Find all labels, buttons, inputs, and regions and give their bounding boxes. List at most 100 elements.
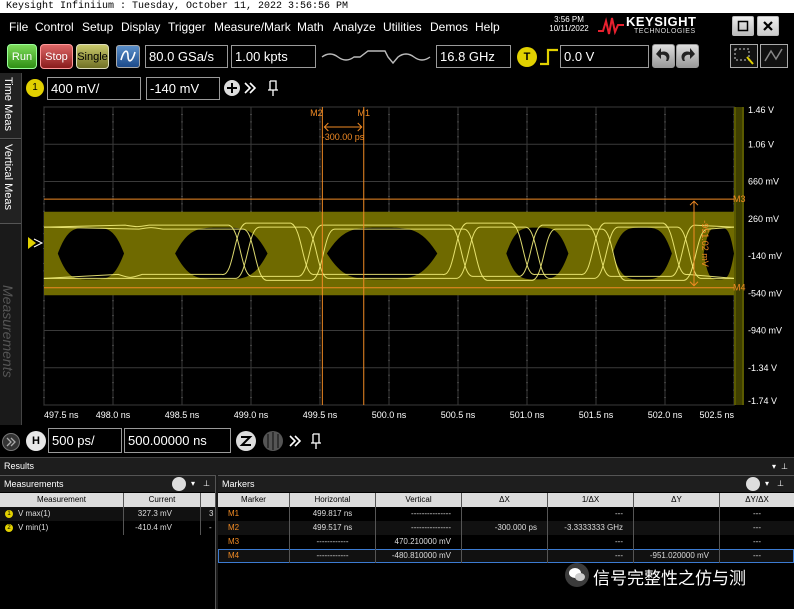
measurement-current: 327.3 mV xyxy=(124,507,201,521)
memory-depth-field[interactable]: 1.00 kpts xyxy=(231,45,316,68)
measurement-extra: - xyxy=(201,521,216,535)
bandwidth-filter-icon[interactable] xyxy=(320,45,433,68)
x-axis-tick-label: 499.5 ns xyxy=(303,410,338,420)
tab-time-meas[interactable]: Time Meas xyxy=(0,73,21,139)
single-button[interactable]: Single xyxy=(76,44,109,69)
menu-utilities[interactable]: Utilities xyxy=(383,20,422,34)
table-row[interactable]: M1 499.817 ns --------------- --- --- xyxy=(218,507,794,521)
marker-cell-inv-dx: --- xyxy=(548,549,634,563)
col-vertical: Vertical xyxy=(376,493,462,507)
zoom-icon[interactable] xyxy=(234,429,258,453)
delta-x-label: -300.00 ps xyxy=(322,132,365,142)
x-axis-tick-label: 497.5 ns xyxy=(44,410,79,420)
table-row[interactable]: V min(1) 2 -410.4 mV - xyxy=(0,521,216,535)
menu-control[interactable]: Control xyxy=(35,20,74,34)
clock-date: 10/11/2022 xyxy=(549,24,589,33)
sample-rate-field[interactable]: 80.0 GSa/s xyxy=(145,45,228,68)
menu-demos[interactable]: Demos xyxy=(430,20,468,34)
pin-icon[interactable] xyxy=(266,79,280,97)
marker-cell-marker: M4 xyxy=(218,549,290,563)
brand-sub: TECHNOLOGIES xyxy=(634,28,696,35)
clock: 3:56 PM 10/11/2022 xyxy=(545,15,593,33)
menu-trigger[interactable]: Trigger xyxy=(168,20,206,34)
collapse-button[interactable] xyxy=(2,433,20,451)
measurement-name: V max(1) xyxy=(0,507,124,521)
draw-tool-icon xyxy=(764,48,783,62)
measurements-pin-icon[interactable]: ⊥ xyxy=(203,476,210,492)
trigger-badge[interactable]: T xyxy=(517,47,537,67)
tab-vertical-meas[interactable]: Vertical Meas xyxy=(0,140,21,224)
timebase-pin-icon[interactable] xyxy=(309,432,323,450)
table-row[interactable]: M2 499.517 ns --------------- -300.000 ps -3… xyxy=(218,521,794,535)
source-1-badge: 1 xyxy=(5,510,13,518)
source-2-badge: 2 xyxy=(5,524,13,532)
rising-edge-icon[interactable] xyxy=(539,48,559,66)
results-menu-icon[interactable]: ▾ xyxy=(772,458,776,475)
tab-measurements[interactable]: Measurements xyxy=(0,273,21,423)
horizontal-badge[interactable]: H xyxy=(26,431,46,451)
x-axis-tick-label: 498.5 ns xyxy=(165,410,200,420)
menu-display[interactable]: Display xyxy=(121,20,160,34)
y-axis-tick-label: -940 mV xyxy=(748,326,782,336)
marker-cell-dydx: --- xyxy=(753,537,761,546)
table-row[interactable]: M4 ------------ -480.810000 mV --- -951.0200… xyxy=(218,549,794,563)
menu-bar: File Control Setup Display Trigger Measu… xyxy=(0,13,794,40)
x-axis-tick-label: 498.0 ns xyxy=(96,410,131,420)
menu-measure-mark[interactable]: Measure/Mark xyxy=(214,20,291,34)
bandwidth-field[interactable]: 16.8 GHz xyxy=(436,45,511,68)
markers-table: Marker Horizontal Vertical ΔX 1/ΔX ΔY ΔY… xyxy=(218,493,794,563)
marker-cell-horizontal: 499.517 ns xyxy=(290,521,376,535)
table-row[interactable]: M3 ------------ 470.210000 mV --- --- xyxy=(218,535,794,549)
markers-settings-icon[interactable] xyxy=(746,477,760,491)
col-delta-x: ΔX xyxy=(462,493,548,507)
menu-setup[interactable]: Setup xyxy=(82,20,113,34)
marker-m3-label: M3 xyxy=(733,194,746,204)
timebase-scale-field[interactable]: 500 ps/ xyxy=(48,428,122,453)
markers-menu-icon[interactable]: ▾ xyxy=(765,476,769,492)
marker-cell-dx xyxy=(462,507,548,521)
expand-channel-icon[interactable] xyxy=(243,81,257,95)
results-title: Results xyxy=(4,461,35,471)
stop-button[interactable]: Stop xyxy=(40,44,73,69)
markers-pin-icon[interactable]: ⊥ xyxy=(777,476,784,492)
channel-offset-field[interactable]: -140 mV xyxy=(146,77,220,100)
col-delta-y-over-x: ΔY/ΔX xyxy=(745,495,769,504)
marker-cell-dy xyxy=(634,521,720,535)
redo-button[interactable] xyxy=(676,44,699,68)
measurements-settings-icon[interactable] xyxy=(172,477,186,491)
redo-icon xyxy=(681,48,695,61)
delta-y-label: -951.02 mV xyxy=(700,220,710,267)
close-window-button[interactable] xyxy=(757,16,779,36)
autoscale-button[interactable] xyxy=(116,45,140,68)
menu-help[interactable]: Help xyxy=(475,20,500,34)
channel-1-badge[interactable]: 1 xyxy=(26,79,44,97)
marker-cell-horizontal: 499.817 ns xyxy=(290,507,376,521)
restore-window-button[interactable] xyxy=(732,16,754,36)
channel-scale-field[interactable]: 400 mV/ xyxy=(47,77,141,100)
measurements-menu-icon[interactable]: ▾ xyxy=(191,476,195,492)
table-row[interactable]: V max(1) 1 327.3 mV 3 xyxy=(0,507,216,521)
expand-timebase-icon[interactable] xyxy=(288,434,302,448)
run-button[interactable]: Run xyxy=(7,44,37,69)
ground-level-marker[interactable] xyxy=(26,233,44,258)
menu-math[interactable]: Math xyxy=(297,20,324,34)
close-icon xyxy=(763,21,773,31)
y-axis-tick-label: 660 mV xyxy=(748,177,779,187)
marker-cell-dy xyxy=(634,535,720,549)
add-channel-icon[interactable] xyxy=(223,79,241,97)
zoom-box-button[interactable] xyxy=(730,44,758,68)
measurements-title: Measurements ▾ ⊥ xyxy=(0,476,215,492)
trigger-level-field[interactable]: 0.0 V xyxy=(560,45,649,68)
marker-cell-inv-dx: --- xyxy=(548,535,634,549)
timebase-position-field[interactable]: 500.00000 ns xyxy=(124,428,231,453)
menu-file[interactable]: File xyxy=(9,20,28,34)
tab-vertical-meas-label: Vertical Meas xyxy=(2,144,14,211)
draw-tool-button[interactable] xyxy=(760,44,788,68)
waveform-display[interactable]: M2 M1 -300.00 ps M3 M4 -951.02 mV 1.46 V 1.06 V… xyxy=(22,103,794,425)
menu-analyze[interactable]: Analyze xyxy=(333,20,376,34)
undo-button[interactable] xyxy=(652,44,675,68)
measurement-name: V min(1) xyxy=(0,521,124,535)
timebase-knob-icon[interactable] xyxy=(261,429,285,453)
marker-cell-dx xyxy=(462,535,548,549)
results-pin-icon[interactable]: ⊥ xyxy=(781,458,788,475)
